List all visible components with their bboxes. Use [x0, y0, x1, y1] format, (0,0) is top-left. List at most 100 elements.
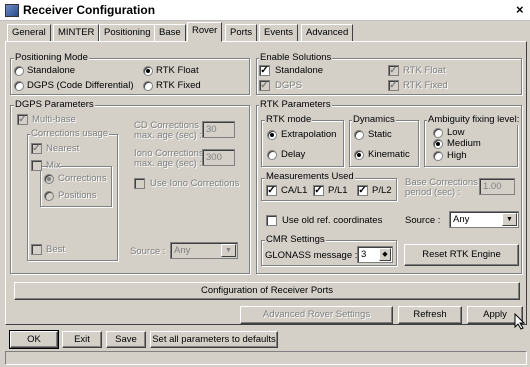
radio-rtk-float[interactable]	[143, 66, 153, 76]
radio-delay[interactable]	[267, 150, 277, 160]
radio-high[interactable]	[433, 151, 443, 161]
static-label: Static	[368, 129, 392, 140]
cd-max-age-input[interactable]: 30	[202, 121, 235, 138]
glonass-message-spinner[interactable]: 3 ◆	[357, 246, 393, 263]
dynamics-label: Dynamics	[352, 114, 396, 125]
check-rtk-fixed[interactable]: ✓	[388, 80, 399, 91]
medium-label: Medium	[447, 138, 481, 149]
window-title: Receiver Configuration	[23, 3, 156, 17]
reset-rtk-engine-button[interactable]: Reset RTK Engine	[404, 244, 519, 266]
dgps-source-select[interactable]: Any ▼	[170, 242, 238, 259]
dgps-source-label: Source :	[130, 246, 166, 257]
enable-standalone-label: Standalone	[275, 65, 324, 76]
enable-rtk-fixed-label: RTK Fixed	[403, 80, 448, 91]
cd-max-age-label: max. age (sec) :	[134, 130, 203, 141]
tab-events[interactable]: Events	[259, 24, 299, 41]
check-use-iono[interactable]	[134, 178, 145, 189]
tab-ports[interactable]: Ports	[225, 24, 258, 41]
dgps-source-value: Any	[174, 245, 191, 256]
rtk-float-label: RTK Float	[156, 65, 199, 76]
exit-button[interactable]: Exit	[62, 331, 102, 348]
p-l2-label: P/L2	[372, 185, 392, 196]
positions-label: Positions	[58, 190, 97, 201]
chevron-down-icon[interactable]: ▼	[502, 213, 517, 226]
radio-low[interactable]	[433, 128, 443, 138]
rtk-source-value: Any	[453, 214, 470, 225]
spin-arrows-icon[interactable]: ◆	[379, 248, 391, 261]
high-label: High	[447, 150, 467, 161]
base-corrections-period-input[interactable]: 1.00	[479, 178, 515, 195]
chevron-down-icon[interactable]: ▼	[221, 244, 236, 257]
radio-positions[interactable]	[44, 191, 54, 201]
tab-rover[interactable]: Rover	[187, 22, 223, 42]
rtk-fixed-label: RTK Fixed	[156, 80, 201, 91]
iono-max-age-label: max. age (sec) :	[134, 158, 203, 169]
glonass-message-label: GLONASS message :	[265, 250, 358, 261]
radio-kinematic[interactable]	[354, 150, 364, 160]
glonass-message-value: 3	[361, 249, 367, 260]
nearest-label: Nearest	[46, 143, 80, 154]
ok-button[interactable]: OK	[10, 331, 58, 348]
radio-standalone[interactable]	[14, 66, 24, 76]
dgps-parameters-label: DGPS Parameters	[14, 99, 95, 110]
extrapolation-label: Extrapolation	[281, 129, 337, 140]
title-bar: Receiver Configuration ×	[0, 0, 530, 21]
enable-dgps-label: DGPS	[275, 80, 302, 91]
check-use-old-ref[interactable]	[266, 215, 277, 226]
low-label: Low	[447, 127, 465, 138]
positioning-mode-label: Positioning Mode	[14, 52, 89, 63]
check-p-l2[interactable]: ✓	[357, 185, 368, 196]
use-old-ref-label: Use old ref. coordinates	[282, 215, 383, 226]
advanced-rover-settings-button[interactable]: Advanced Rover Settings	[240, 306, 393, 324]
radio-medium[interactable]	[433, 139, 443, 149]
tab-positioning[interactable]: Positioning	[99, 24, 156, 41]
check-multibase[interactable]: ✓	[17, 114, 28, 125]
check-nearest[interactable]: ✓	[31, 143, 42, 154]
tab-base[interactable]: Base	[154, 24, 186, 41]
tab-minter[interactable]: MINTER	[53, 24, 100, 41]
radio-static[interactable]	[354, 130, 364, 140]
iono-max-age-input[interactable]: 300	[202, 149, 235, 166]
save-button[interactable]: Save	[106, 331, 146, 348]
cmr-settings-label: CMR Settings	[265, 234, 326, 245]
radio-corrections[interactable]	[44, 174, 54, 184]
close-icon[interactable]: ×	[516, 2, 524, 17]
measurements-used-label: Measurements Used	[265, 171, 355, 182]
app-icon	[5, 4, 19, 17]
rtk-parameters-label: RTK Parameters	[259, 99, 332, 110]
p-l1-label: P/L1	[328, 185, 348, 196]
check-standalone[interactable]: ✓	[259, 65, 270, 76]
tab-advanced[interactable]: Advanced	[301, 24, 354, 41]
check-best[interactable]	[31, 244, 42, 255]
dgps-label: DGPS (Code Differential)	[27, 80, 134, 91]
rtk-source-label: Source :	[405, 215, 441, 226]
check-p-l1[interactable]: ✓	[313, 185, 324, 196]
check-mix[interactable]	[31, 160, 42, 171]
corrections-label: Corrections	[58, 173, 107, 184]
best-label: Best	[46, 244, 66, 255]
check-dgps[interactable]: ✓	[259, 80, 270, 91]
status-bar	[5, 351, 527, 365]
tab-general[interactable]: General	[7, 24, 51, 41]
kinematic-label: Kinematic	[368, 149, 410, 160]
set-defaults-button[interactable]: Set all parameters to defaults	[150, 331, 278, 348]
mix-label: Mix	[46, 160, 61, 171]
refresh-button[interactable]: Refresh	[398, 306, 462, 324]
radio-rtk-fixed[interactable]	[143, 81, 153, 91]
mouse-cursor-icon	[514, 313, 526, 330]
check-ca-l1[interactable]: ✓	[266, 185, 277, 196]
ca-l1-label: CA/L1	[281, 185, 308, 196]
radio-dgps[interactable]	[14, 81, 24, 91]
rtk-source-select[interactable]: Any ▼	[449, 211, 519, 228]
configuration-of-receiver-ports-button[interactable]: Configuration of Receiver Ports	[14, 282, 520, 300]
corrections-usage-label: Corrections usage	[30, 128, 110, 139]
delay-label: Delay	[281, 149, 306, 160]
base-corrections-period-label: period (sec) :	[405, 187, 461, 198]
radio-extrapolation[interactable]	[267, 130, 277, 140]
enable-rtk-float-label: RTK Float	[403, 65, 446, 76]
enable-solutions-label: Enable Solutions	[259, 52, 333, 63]
standalone-label: Standalone	[27, 65, 76, 76]
check-rtk-float[interactable]: ✓	[388, 65, 399, 76]
multibase-label: Multi-base	[32, 114, 76, 125]
ambiguity-label: Ambiguity fixing level:	[427, 114, 521, 125]
